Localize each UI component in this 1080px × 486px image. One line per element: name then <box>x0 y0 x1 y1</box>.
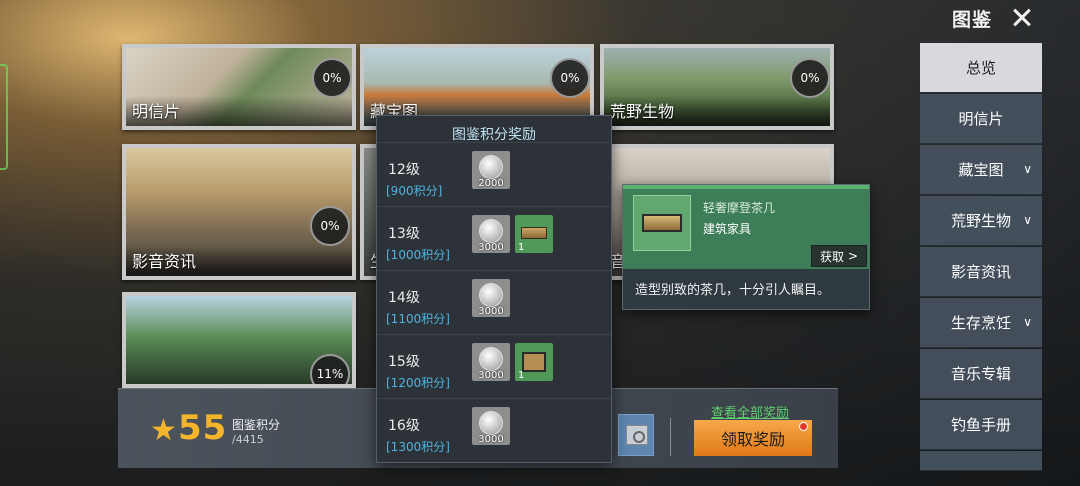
nav-postcard[interactable]: 明信片 <box>920 94 1042 144</box>
reward-level-row: 14级 [1100积分] 3000 <box>377 270 611 334</box>
nav-label: 明信片 <box>958 110 1004 128</box>
chevron-down-icon: ∨ <box>1023 213 1032 227</box>
page-title: 图鉴 <box>952 9 993 31</box>
coffee-table-icon <box>633 195 691 251</box>
coin-icon <box>479 155 503 179</box>
get-label: 获取 <box>819 249 844 264</box>
nav-label: 音乐专辑 <box>950 365 1011 383</box>
nav-label: 影音资讯 <box>950 263 1011 281</box>
claim-rewards-button[interactable]: 领取奖励 <box>694 420 812 456</box>
level-name: 15级 <box>388 354 420 370</box>
nav-label: 钓鱼手册 <box>950 416 1011 434</box>
nav-wildlife[interactable]: 荒野生物 ∨ <box>920 196 1042 246</box>
progress-badge: 0% <box>550 58 590 98</box>
level-name: 13级 <box>388 226 420 242</box>
divider <box>670 418 671 456</box>
nav-label: 荒野生物 <box>950 212 1011 230</box>
level-points: [1100积分] <box>386 312 450 326</box>
card-label: 影音资讯 <box>132 252 197 271</box>
item-description: 造型别致的茶几，十分引人瞩目。 <box>635 283 831 298</box>
nav-more[interactable] <box>920 451 1042 471</box>
rarity-bar <box>623 185 869 189</box>
close-button[interactable] <box>1006 2 1038 32</box>
card-wildlife[interactable]: 荒野生物 0% <box>600 44 834 130</box>
rewards-popup: 图鉴积分奖励 12级 [900积分] 2000 13级 [1000积分] 300… <box>376 115 612 463</box>
level-name: 14级 <box>388 290 420 306</box>
level-points: [1000积分] <box>386 248 450 262</box>
progress-badge: 0% <box>312 58 352 98</box>
item-tooltip: 轻奢摩登茶几 建筑家具 获取 > 造型别致的茶几，十分引人瞩目。 <box>622 184 870 310</box>
nav-label: 藏宝图 <box>958 161 1004 179</box>
collection-score: 55 <box>178 408 228 448</box>
nav-media[interactable]: 影音资讯 <box>920 247 1042 297</box>
nav-fishing[interactable]: 钓鱼手册 <box>920 400 1042 450</box>
reward-level-row: 16级 [1300积分] 3000 <box>377 398 611 462</box>
coin-reward[interactable]: 3000 <box>472 279 510 317</box>
level-name: 12级 <box>388 162 420 178</box>
item-name: 轻奢摩登茶几 <box>703 201 776 215</box>
nav-overview[interactable]: 总览 <box>920 43 1042 93</box>
coin-amount: 3000 <box>478 370 504 381</box>
coin-amount: 3000 <box>478 242 504 253</box>
coin-reward[interactable]: 3000 <box>472 407 510 445</box>
coin-reward[interactable]: 3000 <box>472 343 510 381</box>
reward-item-slot[interactable] <box>618 414 654 456</box>
item-type: 建筑家具 <box>703 222 752 236</box>
star-icon: ★ <box>150 413 177 448</box>
coin-reward[interactable]: 2000 <box>472 151 510 189</box>
view-all-rewards-link[interactable]: 查看全部奖励 <box>711 402 789 421</box>
chevron-down-icon: ∨ <box>1023 162 1032 176</box>
item-count: 1 <box>518 370 525 381</box>
progress-badge: 0% <box>790 58 830 98</box>
card-fishing[interactable]: 11% <box>122 292 356 388</box>
card-media[interactable]: 影音资讯 0% <box>122 144 356 280</box>
level-points: [1200积分] <box>386 376 450 390</box>
side-tab-handle[interactable] <box>0 64 8 170</box>
level-points: [900积分] <box>386 184 443 198</box>
reward-level-row: 15级 [1200积分] 3000 1 <box>377 334 611 398</box>
chevron-down-icon: ∨ <box>1023 315 1032 329</box>
card-postcard[interactable]: 明信片 0% <box>122 44 356 130</box>
item-count: 1 <box>518 242 525 253</box>
chevron-right-icon: > <box>847 249 859 263</box>
coffee-table-icon <box>521 227 547 239</box>
progress-badge: 0% <box>310 206 350 246</box>
safe-icon <box>626 425 648 445</box>
nav-label: 总览 <box>965 59 996 77</box>
progress-badge: 11% <box>310 354 350 384</box>
table-icon <box>522 352 546 372</box>
card-label: 明信片 <box>132 102 181 121</box>
score-total: /4415 <box>232 433 264 446</box>
nav-cooking[interactable]: 生存烹饪 ∨ <box>920 298 1042 348</box>
nav-music[interactable]: 音乐专辑 <box>920 349 1042 399</box>
reward-level-row: 12级 [900积分] 2000 <box>377 142 611 206</box>
coin-amount: 3000 <box>478 306 504 317</box>
score-label: 图鉴积分 <box>232 418 281 432</box>
coin-amount: 3000 <box>478 434 504 445</box>
card-label: 荒野生物 <box>610 102 675 121</box>
coin-reward[interactable]: 3000 <box>472 215 510 253</box>
level-points: [1300积分] <box>386 440 450 454</box>
coin-amount: 2000 <box>478 178 504 189</box>
coin-icon <box>479 283 503 307</box>
furniture-reward[interactable]: 1 <box>515 215 553 253</box>
coin-icon <box>479 411 503 435</box>
reward-level-row: 13级 [1000积分] 3000 1 <box>377 206 611 270</box>
level-name: 16级 <box>388 418 420 434</box>
furniture-reward[interactable]: 1 <box>515 343 553 381</box>
nav-treasure-map[interactable]: 藏宝图 ∨ <box>920 145 1042 195</box>
nav-label: 生存烹饪 <box>950 314 1011 332</box>
coin-icon <box>479 347 503 371</box>
coin-icon <box>479 219 503 243</box>
get-button[interactable]: 获取 > <box>811 245 867 267</box>
notification-dot <box>799 422 808 431</box>
